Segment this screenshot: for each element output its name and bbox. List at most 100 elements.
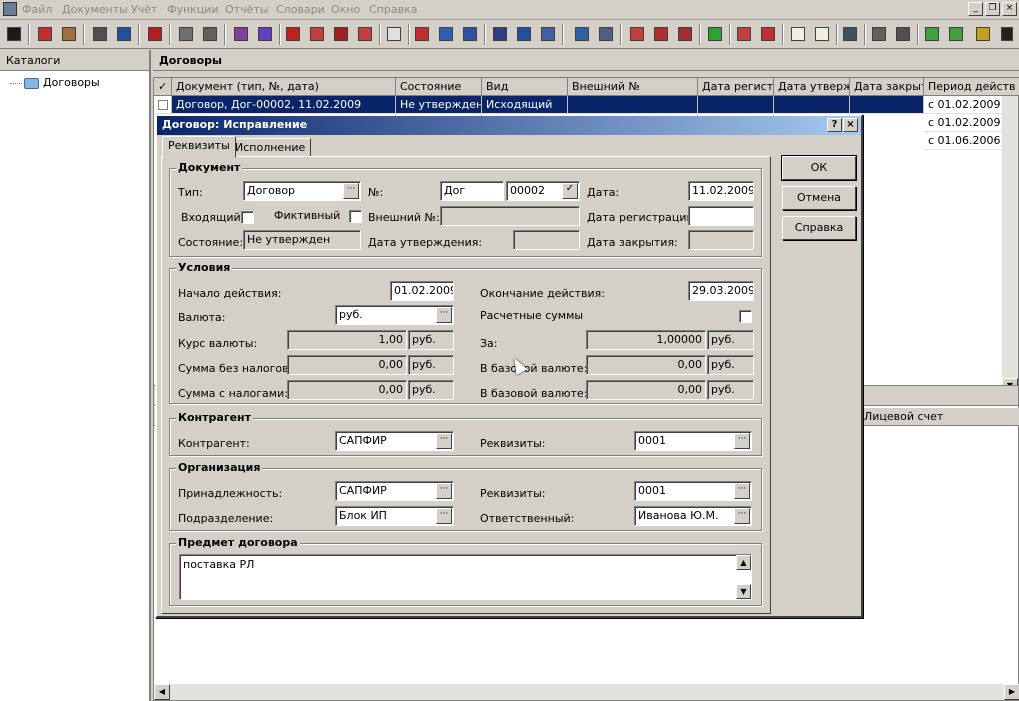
restore-icon[interactable]: ❐ [985,2,1000,16]
close-icon[interactable]: × [1002,2,1017,16]
link-tool-icon[interactable] [840,24,860,44]
minimize-icon[interactable]: _ [968,2,983,16]
check-column-icon[interactable]: ✓ [154,78,172,96]
column-header-reg-date[interactable]: Дата регистр [698,78,774,96]
check2-tool-icon[interactable] [255,24,275,44]
money-tool-icon[interactable] [973,24,993,44]
column-header-period[interactable]: Период действ [924,78,1019,96]
mail-tool-icon[interactable] [59,24,79,44]
detail-horizontal-scrollbar[interactable]: ◀ ▶ [154,684,1019,700]
cell-state: Не утвержден [396,96,482,114]
menu-functions[interactable]: Функции [167,3,219,16]
print-tool-icon[interactable] [869,24,889,44]
menu-file[interactable]: Файл [22,3,52,16]
scroll-up-icon[interactable]: ▲ [736,555,751,570]
column-header-close-date[interactable]: Дата закрыт [850,78,924,96]
doc-gear-tool-icon[interactable] [596,24,616,44]
start-date-field[interactable]: 01.02.2009 [390,281,454,301]
column-header-external-no[interactable]: Внешний № [568,78,698,96]
grid-vertical-scrollbar[interactable]: ▼ [1002,96,1018,394]
help-button[interactable]: Справка [782,216,856,240]
doc-red3-tool-icon[interactable] [651,24,671,44]
currency-lookup-button[interactable]: ··· [436,307,452,323]
page-tool-icon[interactable] [788,24,808,44]
menu-reports[interactable]: Отчёты [225,3,268,16]
doc-lock-tool-icon[interactable] [675,24,695,44]
percent-tool-icon[interactable] [922,24,942,44]
tools-tool-icon[interactable] [90,24,110,44]
percent2-tool-icon[interactable] [946,24,966,44]
grid-tool-icon[interactable] [705,24,725,44]
exit-tool-icon[interactable] [145,24,165,44]
number-prefix-field[interactable]: Дог [440,181,504,201]
pointer-tool-icon[interactable] [998,24,1016,44]
menu-dictionaries[interactable]: Словари [276,3,325,16]
menu-help[interactable]: Справка [369,3,417,16]
home-tool-icon[interactable] [436,24,456,44]
type-lookup-button[interactable]: ··· [343,183,359,199]
table-tool-icon[interactable] [114,24,134,44]
scroll-right-icon[interactable]: ▶ [1004,684,1019,700]
contractor-label: Контрагент: [178,437,250,450]
add-doc-tool-icon[interactable] [758,24,778,44]
down-tool-icon[interactable] [283,24,303,44]
scroll-left-icon[interactable]: ◀ [154,684,170,700]
column-header-state[interactable]: Состояние [396,78,482,96]
doc-arrow-tool-icon[interactable] [538,24,558,44]
column-header-document[interactable]: Документ (тип, №, дата) [172,78,396,96]
menu-documents[interactable]: Документы [62,3,128,16]
tab-execution[interactable]: Исполнение [229,138,312,157]
print2-tool-icon[interactable] [893,24,913,44]
table-row[interactable]: Договор, Дог-00002, 11.02.2009 Не утверж… [154,96,1019,114]
close-icon[interactable]: × [843,118,858,132]
tree-item-contracts[interactable]: Договоры [10,76,100,89]
number-check-icon[interactable]: ✓ [562,183,578,199]
sort-up-tool-icon[interactable] [355,24,375,44]
arrow-tool-icon[interactable] [460,24,480,44]
subject-textarea[interactable]: поставка РЛ [179,554,752,600]
contractor-req-lookup-button[interactable]: ··· [734,433,750,449]
refresh-tool-icon[interactable] [35,24,55,44]
external-no-field[interactable] [440,206,580,226]
doc-red-tool-icon[interactable] [412,24,432,44]
end-date-field[interactable]: 29.03.2009 [688,281,754,301]
reg-date-field[interactable] [688,206,754,226]
help-icon[interactable]: ? [827,118,842,132]
sort-down-tool-icon[interactable] [331,24,351,44]
font-tool-icon[interactable] [4,24,24,44]
ok-button[interactable]: ОК [781,155,857,181]
menu-accounting[interactable]: Учёт [131,3,157,16]
fictive-checkbox[interactable] [349,210,362,223]
group-title: Предмет договора [176,536,300,549]
column-header-approve-date[interactable]: Дата утверж [774,78,850,96]
list-tool-icon[interactable] [490,24,510,44]
cancel-button[interactable]: Отмена [782,186,856,210]
check-doc-tool-icon[interactable] [734,24,754,44]
tab-requisites[interactable]: Реквизиты [162,136,236,158]
dialog-title: Договор: Исправление [162,118,308,131]
date-field[interactable]: 11.02.2009 [688,181,754,201]
end-date-label: Окончание действия: [480,287,606,300]
row-checkbox-cell[interactable] [154,96,172,114]
scroll-down-icon[interactable]: ▼ [736,584,751,599]
page2-tool-icon[interactable] [812,24,832,44]
belong-lookup-button[interactable]: ··· [436,483,452,499]
column-header-account[interactable]: Лицевой счет [859,408,947,426]
settings-tool-icon[interactable] [176,24,196,44]
responsible-lookup-button[interactable]: ··· [734,508,750,524]
doc-blue-tool-icon[interactable] [514,24,534,44]
doc-tool-icon[interactable] [384,24,404,44]
org-req-lookup-button[interactable]: ··· [734,483,750,499]
doc-red2-tool-icon[interactable] [627,24,647,44]
menu-window[interactable]: Окно [331,3,360,16]
column-header-kind[interactable]: Вид [482,78,568,96]
contractor-lookup-button[interactable]: ··· [436,433,452,449]
incoming-checkbox[interactable] [241,211,254,224]
check-tool-icon[interactable] [231,24,251,44]
sort-tool-icon[interactable] [307,24,327,44]
redo-tool-icon[interactable] [572,24,592,44]
calc-sums-checkbox[interactable] [739,310,752,323]
department-lookup-button[interactable]: ··· [436,508,452,524]
gear-tool-icon[interactable] [200,24,220,44]
row-checkbox[interactable] [158,100,168,110]
